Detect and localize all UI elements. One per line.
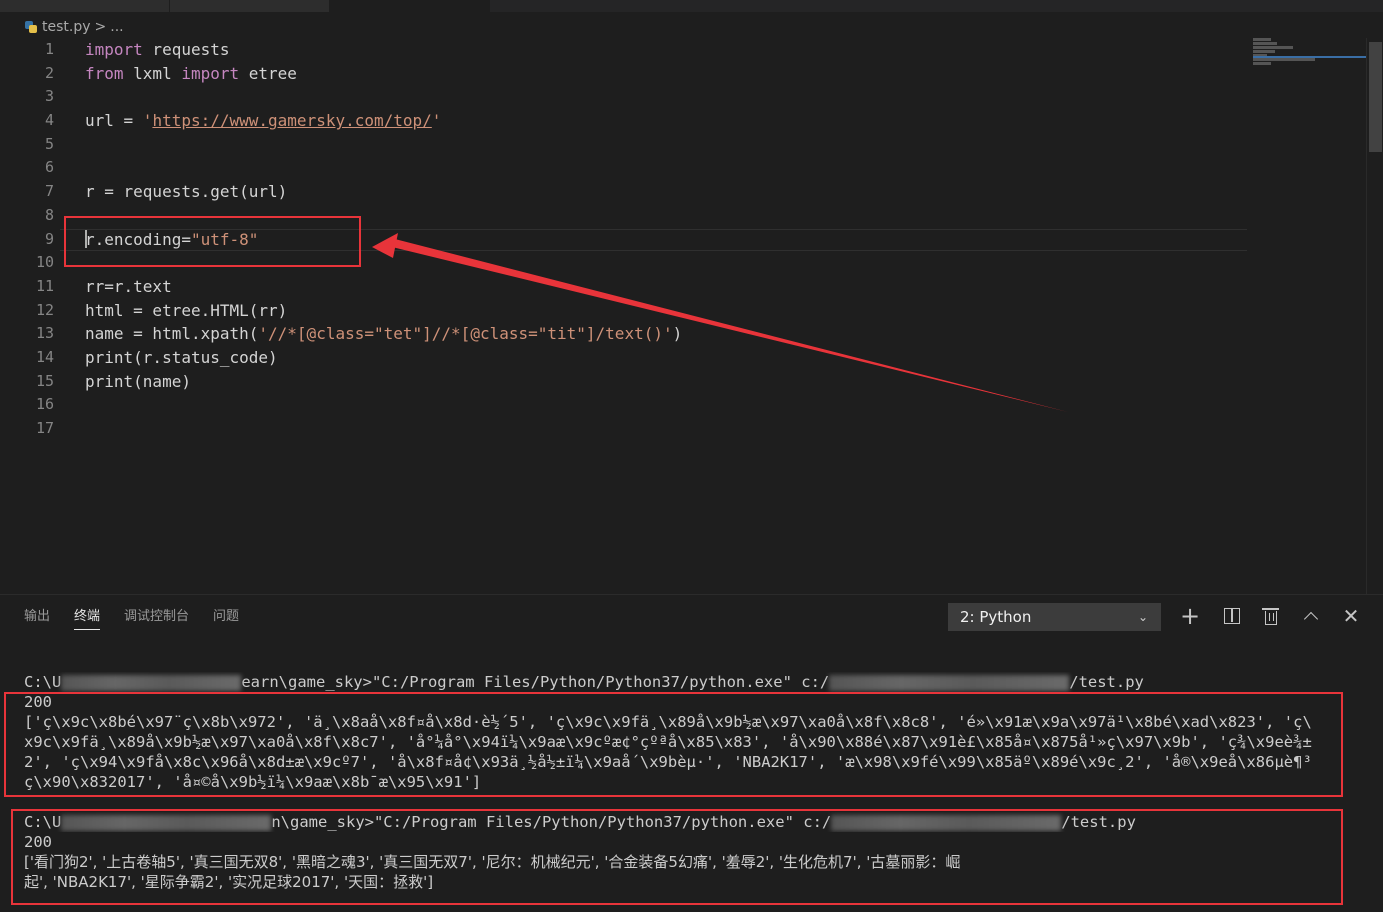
tab-terminal[interactable]: 终端 xyxy=(74,606,101,630)
code-token: print(name) xyxy=(85,371,191,391)
code-token: name = html.xpath( xyxy=(85,324,259,344)
close-icon[interactable]: ✕ xyxy=(1338,603,1364,629)
minimap-line xyxy=(1253,46,1293,49)
editor-tab[interactable] xyxy=(170,0,330,12)
line-number: 4 xyxy=(44,111,54,130)
line-number: 8 xyxy=(44,205,54,224)
minimap-line xyxy=(1253,58,1315,61)
tab-debug-console[interactable]: 调试控制台 xyxy=(124,606,189,630)
line-number: 11 xyxy=(35,276,54,295)
code-token: etree xyxy=(239,63,297,83)
code-token: r = requests.get(url) xyxy=(85,182,288,202)
code-line[interactable]: rr=r.text xyxy=(85,275,1245,299)
url-link[interactable]: https://www.gamersky.com/top/ xyxy=(152,111,431,130)
line-number: 7 xyxy=(44,182,54,201)
breadcrumb-rest[interactable]: ... xyxy=(110,19,123,35)
prompt-text: C:\U xyxy=(24,673,62,691)
code-line[interactable]: import requests xyxy=(85,38,1245,62)
line-number: 2 xyxy=(44,63,54,82)
keyword: from xyxy=(85,63,124,83)
chevron-up-icon[interactable] xyxy=(1298,603,1324,629)
minimap-line xyxy=(1253,42,1277,45)
code-line[interactable]: url = 'https://www.gamersky.com/top/' xyxy=(85,109,1245,133)
redacted-path xyxy=(829,674,1070,691)
vertical-scrollbar[interactable] xyxy=(1366,38,1383,594)
line-number-gutter: 1 2 3 4 5 6 7 8 9 10 11 12 13 14 15 16 1… xyxy=(0,38,60,441)
code-token: rr=r.text xyxy=(85,276,172,296)
code-line[interactable] xyxy=(85,417,1245,441)
code-line[interactable] xyxy=(85,156,1245,180)
code-line[interactable]: html = etree.HTML(rr) xyxy=(85,299,1245,323)
string-quote: ' xyxy=(431,111,442,131)
string-quote: ' xyxy=(142,111,153,131)
tab-output[interactable]: 输出 xyxy=(24,606,50,630)
minimap[interactable] xyxy=(1253,38,1365,78)
redacted-path xyxy=(61,674,242,691)
code-token: html = etree.HTML(rr) xyxy=(85,300,288,320)
breadcrumb: test.py > ... xyxy=(24,16,124,38)
annotation-box-encoding xyxy=(64,216,361,267)
line-number: 3 xyxy=(44,87,54,106)
chevron-down-icon: ⌄ xyxy=(1137,610,1148,624)
line-number: 10 xyxy=(35,253,54,272)
scrollbar-thumb[interactable] xyxy=(1369,42,1382,152)
code-token: url = xyxy=(85,111,143,131)
python-file-icon xyxy=(24,20,38,34)
code-token: requests xyxy=(142,40,230,59)
code-token: ) xyxy=(672,324,683,344)
line-number: 6 xyxy=(44,158,54,177)
code-token: lxml xyxy=(123,63,182,83)
terminal-select-value: 2: Python xyxy=(960,608,1032,626)
keyword: import xyxy=(181,63,240,83)
line-number: 15 xyxy=(35,371,54,390)
line-number: 5 xyxy=(44,134,54,153)
code-editor[interactable]: 1 2 3 4 5 6 7 8 9 10 11 12 13 14 15 16 1… xyxy=(0,38,1366,594)
terminal-prompt: C:\U earn\game_sky>"C:/Program Files/Pyth… xyxy=(24,672,1344,692)
minimap-line xyxy=(1253,38,1271,41)
code-line[interactable]: print(r.status_code) xyxy=(85,346,1245,370)
code-line[interactable] xyxy=(85,133,1245,157)
breadcrumb-file[interactable]: test.py xyxy=(42,19,91,35)
line-number: 12 xyxy=(35,300,54,319)
chevron-right-icon: > xyxy=(94,19,107,35)
line-number: 14 xyxy=(35,347,54,366)
string-literal: '//*[@class="tet"]//*[@class="tit"]/text… xyxy=(258,324,673,344)
code-line[interactable] xyxy=(85,85,1245,109)
panel-tabs: 输出 终端 调试控制台 问题 xyxy=(24,606,239,630)
plus-icon[interactable]: + xyxy=(1177,602,1203,630)
editor-tab[interactable] xyxy=(0,0,170,12)
line-number: 1 xyxy=(44,40,54,58)
line-number: 9 xyxy=(44,229,54,248)
editor-tab-bar xyxy=(0,0,1383,12)
code-line[interactable]: print(name) xyxy=(85,370,1245,394)
code-line[interactable]: r = requests.get(url) xyxy=(85,180,1245,204)
keyword: import xyxy=(85,40,143,59)
annotation-box-decoded-output xyxy=(11,809,1343,905)
code-line[interactable]: name = html.xpath('//*[@class="tet"]//*[… xyxy=(85,322,1245,346)
line-number: 13 xyxy=(35,324,54,343)
minimap-cursor-mark xyxy=(1253,56,1366,58)
prompt-text: earn\game_sky>"C:/Program Files/Python/P… xyxy=(241,673,830,691)
split-icon[interactable] xyxy=(1219,603,1245,629)
code-line[interactable]: from lxml import etree xyxy=(85,62,1245,86)
line-number: 16 xyxy=(35,395,54,414)
trash-icon[interactable] xyxy=(1258,603,1284,629)
terminal-select[interactable]: 2: Python ⌄ xyxy=(948,603,1161,631)
code-token: print(r.status_code) xyxy=(85,347,278,367)
editor-tab-active[interactable] xyxy=(330,0,490,12)
minimap-line xyxy=(1253,62,1271,65)
code-line[interactable] xyxy=(85,393,1245,417)
prompt-text: /test.py xyxy=(1069,673,1144,691)
minimap-line xyxy=(1253,50,1275,53)
panel-divider[interactable] xyxy=(0,594,1383,595)
annotation-box-garbled-output xyxy=(4,692,1343,797)
tab-problems[interactable]: 问题 xyxy=(213,606,239,630)
line-number: 17 xyxy=(35,419,54,437)
